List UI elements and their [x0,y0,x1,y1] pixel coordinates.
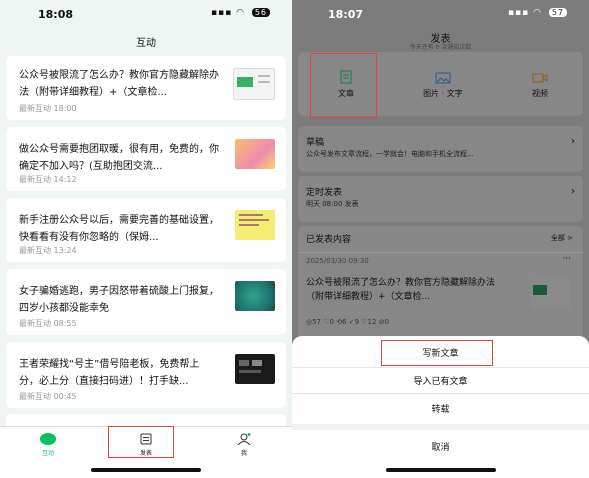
item-title: 王者荣耀找“号主”借号陪老板，免费帮上分，必上分（直接扫码进）！打手缺... [19,359,200,387]
type-video-label: 视频 [532,89,548,98]
scheduled-title: 定时发表 [306,188,343,198]
drafts-subtitle: 公众号发布文章流程，一学就会！电脑和手机全流程... [306,150,474,158]
item-title: 女子骗婚逃跑，男子因怒带着硫酸上门报复，四岁小孩都没能幸免 [19,286,219,314]
image-icon [435,72,451,84]
item-title: 新手注册公众号以后，需要完善的基础设置，快看看有没有你忽略的（保姆... [19,215,219,243]
import-article-button[interactable]: 导入已有文章 [292,374,589,387]
article-thumbnail [235,354,275,384]
article-thumbnail [235,210,275,240]
battery-icon: 57 [548,8,567,17]
list-item[interactable]: 王者荣耀找“号主”借号陪老板，免费帮上分，必上分（直接扫码进）！打手缺... 最… [6,342,286,408]
battery-icon: 56 [251,8,270,17]
cancel-button[interactable]: 取消 [292,440,589,453]
article-thumbnail [235,281,275,311]
highlight-box [381,340,493,366]
chevron-right-icon: › [571,136,575,147]
list-item-partial [6,414,286,426]
home-indicator [385,468,496,472]
repost-button[interactable]: 转载 [292,402,589,415]
video-icon [532,73,548,83]
tab-me-label: 我 [240,450,247,457]
status-bar: 18:08 ▪▪▪ ◠ 56 [0,0,292,28]
article-thumbnail [233,68,275,100]
list-item[interactable]: 女子骗婚逃跑，男子因怒带着硫酸上门报复，四岁小孩都没能幸免 最新互动 08:55 [6,269,286,335]
list-item[interactable]: 新手注册公众号以后，需要完善的基础设置，快看看有没有你忽略的（保姆... 最新互… [6,198,286,262]
page-title: 互动 [136,38,156,49]
tab-interact-label: 互动 [41,450,54,457]
action-sheet: 写新文章 导入已有文章 转载 取消 [292,336,589,478]
scheduled-row[interactable]: 定时发表 明天 08:00 发表 › [298,176,583,222]
tab-interact[interactable]: 互动 [18,427,78,457]
item-time: 最新互动 08:55 [19,319,77,328]
status-icons: ▪▪▪ ◠ 56 [211,8,270,18]
scheduled-subtitle: 明天 08:00 发表 [306,200,359,208]
divider [292,424,589,430]
drafts-row[interactable]: 草稿 公众号发布文章流程，一学就会！电脑和手机全流程... › [298,126,583,172]
highlight-box [310,53,377,118]
item-title: 公众号被限流了怎么办？教你官方隐藏解除办法（附带详细教程）+（文章检... [19,70,219,98]
item-time: 最新互动 13:24 [19,246,77,255]
status-time: 18:08 [38,8,74,21]
type-image-text-label: 图片 · 文字 [423,89,463,98]
highlight-box [108,426,174,458]
type-video[interactable]: 视频 [500,52,580,116]
notification-count: 今天还有 0 次通知次数 [409,44,472,51]
divider [298,252,583,253]
published-date: 2025/03/30 09:30 [306,257,369,265]
published-title: 已发表内容 [306,235,352,245]
status-icons: ▪▪▪ ◠ 57 [508,8,567,18]
view-all-link[interactable]: 全部 > [551,233,573,243]
list-item[interactable]: 公众号被限流了怎么办？教你官方隐藏解除办法（附带详细教程）+（文章检... 最新… [6,56,286,120]
type-image-text[interactable]: 图片 · 文字 [403,52,483,116]
item-title: 做公众号需要抱团取暖，很有用，免费的，你确定不加入吗？(互助抱团交流... [19,144,219,172]
person-icon [237,433,251,445]
divider [292,367,589,368]
status-time: 18:07 [328,8,364,21]
article-thumbnail [531,278,571,308]
home-indicator [91,468,201,472]
divider [292,393,589,394]
interaction-screen: 18:08 ▪▪▪ ◠ 56 互动 公众号被限流了怎么办？教你官方隐藏解除办法（… [0,0,292,478]
published-panel: 已发表内容 全部 > 2025/03/30 09:30 ··· 公众号被限流了怎… [298,226,583,336]
item-time: 最新互动 00:45 [19,392,77,401]
chevron-right-icon: › [571,186,575,197]
more-icon[interactable]: ··· [562,254,571,264]
publish-screen: 18:07 ▪▪▪ ◠ 57 发表 今天还有 0 次通知次数 文章 图片 · 文… [292,0,589,478]
drafts-title: 草稿 [306,138,325,148]
status-bar: 18:07 ▪▪▪ ◠ 57 [292,0,589,28]
chat-bubble-icon [40,433,56,445]
item-time: 最新互动 18:00 [19,104,77,113]
item-time: 最新互动 14:12 [19,175,77,184]
published-stats: ◎57 ♡0 ⟲6 ✓9 ♡12 ⊘0 [306,318,390,326]
tab-me[interactable]: 我 [214,427,274,457]
list-item[interactable]: 做公众号需要抱团取暖，很有用，免费的，你确定不加入吗？(互助抱团交流... 最新… [6,127,286,191]
article-thumbnail [235,139,275,169]
published-article-title[interactable]: 公众号被限流了怎么办？教你官方隐藏解除办法（附带详细教程）+（文章检... [306,276,511,304]
